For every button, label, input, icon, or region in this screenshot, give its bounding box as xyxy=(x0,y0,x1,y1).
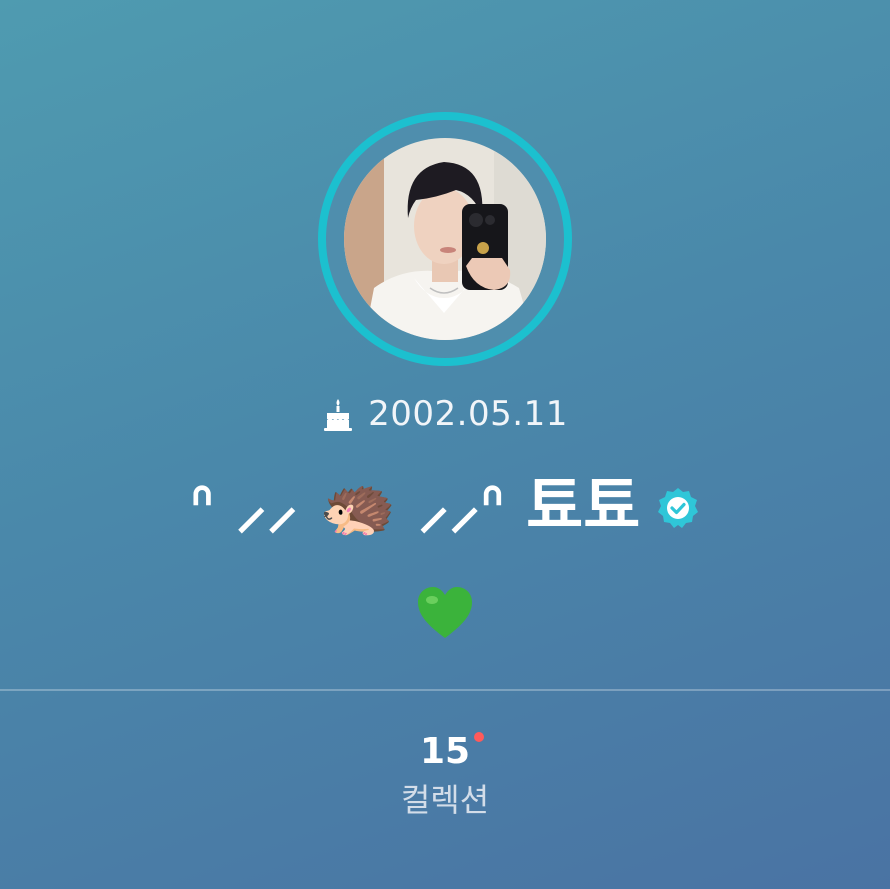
birthday-date: 2002.05.11 xyxy=(368,394,568,434)
new-indicator-dot xyxy=(474,732,485,742)
divider xyxy=(0,689,890,691)
verified-badge-icon xyxy=(658,488,699,528)
birthday-row: 2002.05.11 xyxy=(0,392,890,436)
collection-count: 15 xyxy=(419,731,471,772)
profile-header: 2002.05.11 ᐢ ⸝⸝ 🦔 ⸝⸝ᐢ 툐툐 15 컬렉션 xyxy=(0,0,890,889)
display-name: ᐢ ⸝⸝ 🦔 ⸝⸝ᐢ 툐툐 xyxy=(189,469,641,542)
cake-icon xyxy=(324,399,353,431)
avatar[interactable] xyxy=(344,138,546,340)
avatar-ring[interactable] xyxy=(318,112,572,366)
collection-count-wrap: 15 xyxy=(419,726,485,778)
collection-label: 컬렉션 xyxy=(400,781,490,819)
collection-stat-button[interactable]: 15 컬렉션 xyxy=(345,726,545,836)
name-row: ᐢ ⸝⸝ 🦔 ⸝⸝ᐢ 툐툐 xyxy=(0,458,890,554)
green-heart-icon xyxy=(418,587,472,638)
